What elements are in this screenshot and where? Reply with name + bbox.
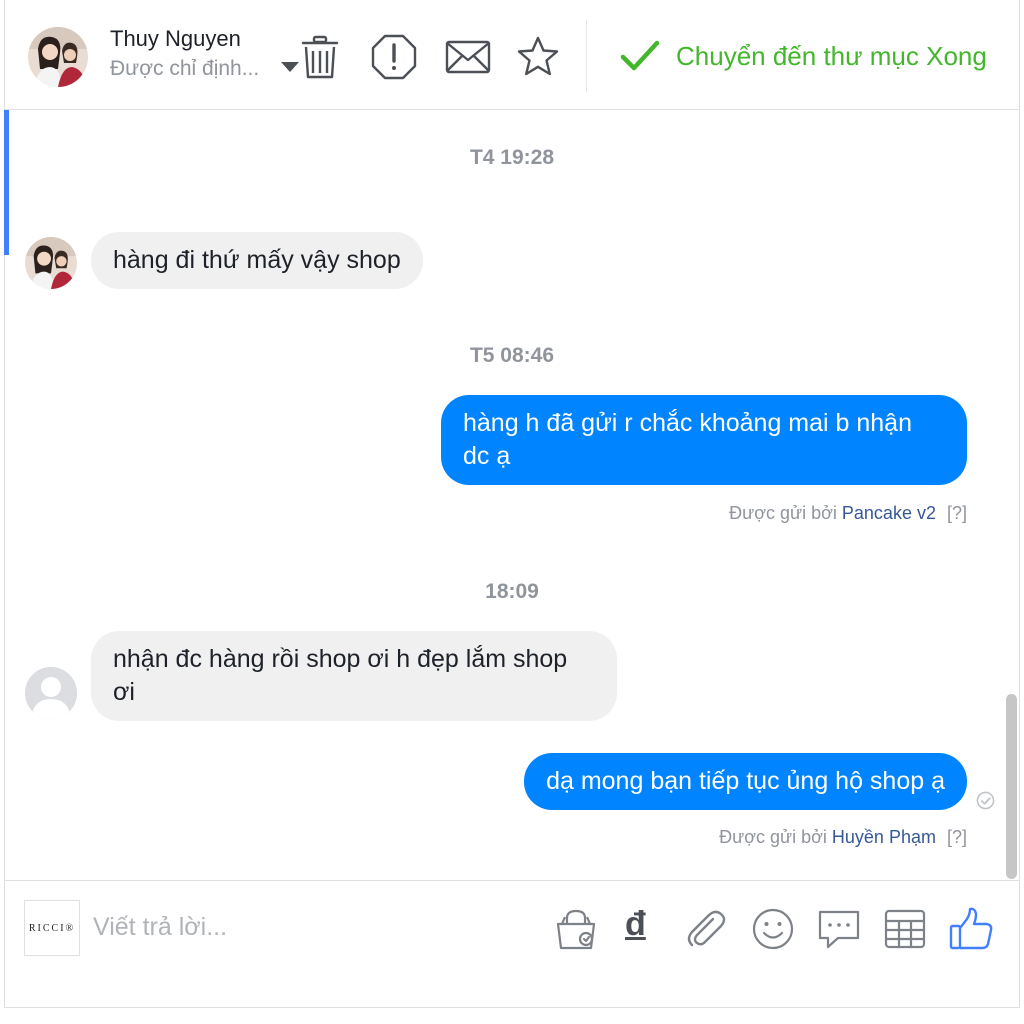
sent-by-help[interactable]: [?] <box>947 503 967 523</box>
sent-by-note: Được gửi bởi Pancake v2 [?] <box>729 503 967 524</box>
sent-by-agent[interactable]: Huyền Phạm <box>832 827 936 847</box>
message-scrollbar[interactable] <box>1006 694 1017 879</box>
contact-name[interactable]: Thuy Nguyen <box>110 26 241 52</box>
sent-by-prefix: Được gửi bởi <box>719 827 827 847</box>
incoming-message[interactable]: nhận đc hàng rồi shop ơi h đẹp lắm shop … <box>91 631 617 721</box>
reply-input[interactable] <box>93 905 533 949</box>
reply-composer: RICCI® đ <box>5 880 1019 1008</box>
outgoing-message[interactable]: hàng h đã gửi r chắc khoảng mai b nhận d… <box>441 395 967 485</box>
conversation-panel: Thuy Nguyen Được chỉ định... Chuyển đến … <box>4 0 1020 1008</box>
attachment-icon[interactable] <box>683 906 729 952</box>
order-bag-icon[interactable] <box>553 906 599 952</box>
star-icon[interactable] <box>514 33 562 81</box>
timestamp: T5 08:46 <box>469 344 555 367</box>
move-to-done-label: Chuyển đến thư mục Xong <box>676 40 987 71</box>
header-divider <box>586 20 587 92</box>
timestamp: T4 19:28 <box>469 146 555 169</box>
checkmark-icon <box>620 40 660 71</box>
currency-dong-icon[interactable]: đ <box>625 905 646 944</box>
assignee-label[interactable]: Được chỉ định... <box>110 57 259 81</box>
incoming-message[interactable]: hàng đi thứ mấy vậy shop <box>91 232 423 289</box>
seen-check-icon <box>976 791 995 810</box>
quick-reply-icon[interactable] <box>816 906 862 952</box>
sent-by-help[interactable]: [?] <box>947 827 967 847</box>
default-avatar-icon[interactable] <box>25 667 77 719</box>
trash-icon[interactable] <box>296 33 344 81</box>
emoji-icon[interactable] <box>750 906 796 952</box>
sent-by-prefix: Được gửi bởi <box>729 503 837 523</box>
page-logo: RICCI® <box>24 900 80 956</box>
timestamp: 18:09 <box>485 580 539 603</box>
left-scroll-indicator <box>4 110 9 255</box>
conversation-header: Thuy Nguyen Được chỉ định... Chuyển đến … <box>5 0 1019 110</box>
outgoing-message[interactable]: dạ mong bạn tiếp tục ủng hộ shop ạ <box>524 753 967 810</box>
like-icon[interactable] <box>948 906 994 952</box>
sender-avatar[interactable] <box>25 237 77 289</box>
contact-avatar[interactable] <box>28 27 88 87</box>
table-icon[interactable] <box>882 906 928 952</box>
report-icon[interactable] <box>370 33 418 81</box>
mail-icon[interactable] <box>444 33 492 81</box>
sent-by-agent[interactable]: Pancake v2 <box>842 503 936 523</box>
sent-by-note: Được gửi bởi Huyền Phạm [?] <box>719 827 967 848</box>
move-to-done-button[interactable]: Chuyển đến thư mục Xong <box>620 36 987 76</box>
